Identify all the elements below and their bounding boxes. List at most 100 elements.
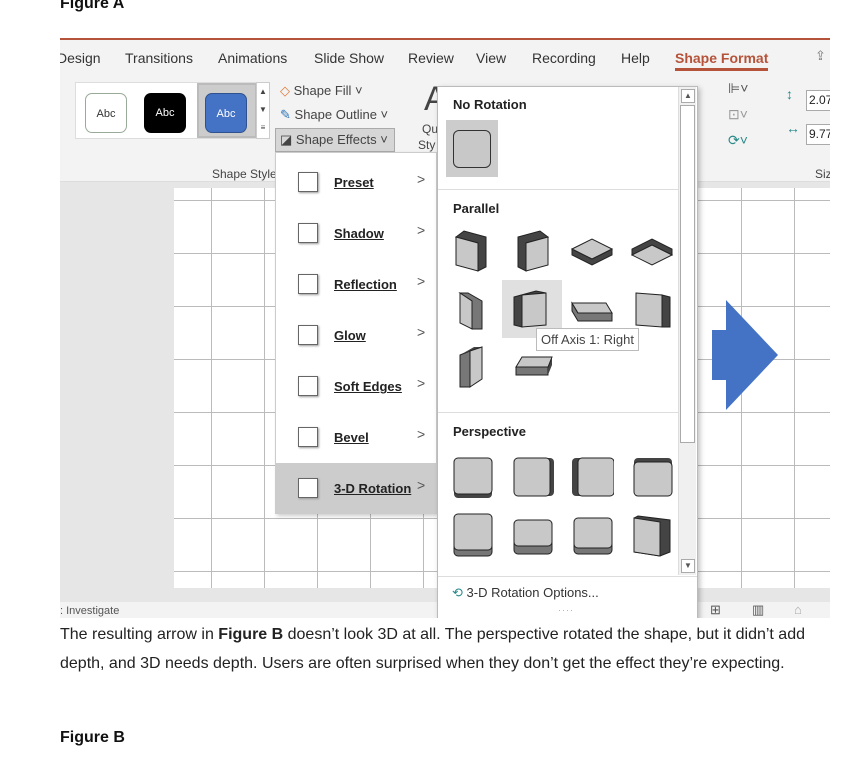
shape-styles-gallery: Abc Abc Abc xyxy=(75,82,257,139)
iso-right-down-icon xyxy=(517,230,550,272)
shape-styles-group-label: Shape Styles xyxy=(212,167,283,181)
chevron-right-icon: > xyxy=(417,222,426,238)
iso-bottom-down-icon xyxy=(630,238,674,266)
tab-design[interactable]: Design xyxy=(60,50,101,66)
iso-left-down-tile[interactable] xyxy=(442,222,502,280)
shape-effects-icon: ◪ xyxy=(280,132,293,147)
figure-b-heading: Figure B xyxy=(60,729,125,746)
tab-review[interactable]: Review xyxy=(408,50,454,66)
effect-preview-icon xyxy=(298,325,318,345)
chevron-right-icon: > xyxy=(417,426,426,442)
tab-transitions[interactable]: Transitions xyxy=(125,50,193,66)
pen-icon: ✎ xyxy=(280,107,291,122)
perspective-left-tile[interactable] xyxy=(502,447,562,505)
effects-menu-item[interactable]: Bevel > xyxy=(276,412,436,463)
paint-bucket-icon: ◇ xyxy=(280,83,290,98)
tab-shape-format[interactable]: Shape Format xyxy=(675,50,769,71)
chevron-right-icon: > xyxy=(417,273,426,289)
scroll-down-button[interactable]: ▼ xyxy=(681,559,695,573)
perspective-relaxed-moderately-icon xyxy=(573,517,613,555)
perspective-below-tile[interactable] xyxy=(622,447,682,505)
perspective-front-tile[interactable] xyxy=(442,447,502,505)
slideshow-icon[interactable]: ⌂ xyxy=(794,602,802,617)
tab-view[interactable]: View xyxy=(476,50,506,66)
3d-rotation-gallery: No Rotation Parallel Perspective Off Axi… xyxy=(437,86,698,618)
tab-animations[interactable]: Animations xyxy=(218,50,287,66)
chevron-right-icon: > xyxy=(417,324,426,340)
effect-preview-icon xyxy=(298,427,318,447)
perspective-relaxed-icon xyxy=(513,519,553,555)
shape-effects-button[interactable]: ◪ Shape Effects ˅ xyxy=(275,128,395,152)
tooltip: Off Axis 1: Right xyxy=(536,328,639,351)
size-group-label: Siz xyxy=(815,167,830,181)
quick-styles-label: Qu xyxy=(422,122,439,136)
quick-styles-label-2: Sty xyxy=(418,138,436,152)
gallery-scrollbar[interactable]: ▲ ▼ xyxy=(678,87,696,575)
width-icon: ↔ xyxy=(786,120,800,136)
perspective-above-tile[interactable] xyxy=(442,505,502,563)
iso-right-down-tile[interactable] xyxy=(502,222,562,280)
perspective-above-icon xyxy=(453,513,493,557)
3d-rotation-options[interactable]: ⟲ 3-D Rotation Options... xyxy=(452,585,599,601)
normal-view-icon[interactable]: ⊞ xyxy=(710,602,721,618)
off-axis-2-right-tile[interactable] xyxy=(442,338,502,396)
off-axis-2-left-icon xyxy=(635,292,671,328)
status-text: : Investigate xyxy=(60,605,120,617)
effects-menu-item[interactable]: 3-D Rotation > xyxy=(276,463,436,514)
off-axis-1-top-icon xyxy=(571,301,613,322)
iso-top-up-tile[interactable] xyxy=(562,222,622,280)
off-axis-1-left-tile[interactable] xyxy=(442,280,502,338)
parallel-heading: Parallel xyxy=(453,201,500,216)
perspective-heroic-tile[interactable] xyxy=(622,505,682,563)
perspective-right-icon xyxy=(572,457,614,497)
effect-preview-icon xyxy=(298,274,318,294)
style-swatch-black[interactable]: Abc xyxy=(144,93,186,133)
rotate-icon[interactable]: ⟳˅ xyxy=(728,132,748,149)
height-icon: ↕ xyxy=(786,86,793,102)
tab-slide-show[interactable]: Slide Show xyxy=(314,50,384,66)
perspective-right-tile[interactable] xyxy=(562,447,622,505)
effects-menu-item[interactable]: Preset > xyxy=(276,157,436,208)
effects-menu-item[interactable]: Soft Edges > xyxy=(276,361,436,412)
effects-menu-item[interactable]: Reflection > xyxy=(276,259,436,310)
style-swatch-outline[interactable]: Abc xyxy=(85,93,127,133)
shape-effects-menu: Preset > Shadow > Reflection > Glow > Soft Edges… xyxy=(275,152,437,514)
align-icon[interactable]: ⊫˅ xyxy=(728,80,748,97)
rotation-options-icon: ⟲ xyxy=(452,585,463,600)
effect-preview-icon xyxy=(298,478,318,498)
reading-view-icon[interactable]: ▥ xyxy=(752,602,764,618)
tab-help[interactable]: Help xyxy=(621,50,650,66)
blue-arrow-shape[interactable] xyxy=(712,300,782,410)
perspective-front-icon xyxy=(453,457,493,498)
effect-preview-icon xyxy=(298,223,318,243)
group-icon[interactable]: ⊡˅ xyxy=(728,106,748,123)
resize-handle[interactable]: ···· xyxy=(558,605,574,615)
height-input[interactable]: 2.07 xyxy=(806,90,830,111)
shape-outline-button[interactable]: ✎ Shape Outline ˅ xyxy=(280,107,388,123)
width-input[interactable]: 9.77 xyxy=(806,124,830,145)
effects-menu-item[interactable]: Glow > xyxy=(276,310,436,361)
perspective-below-icon xyxy=(633,458,673,497)
shape-fill-button[interactable]: ◇ Shape Fill ˅ xyxy=(280,83,363,99)
off-axis-2-right-icon xyxy=(459,346,483,388)
tab-recording[interactable]: Recording xyxy=(532,50,596,66)
perspective-relaxed-tile[interactable] xyxy=(502,505,562,563)
no-rotation-tile[interactable] xyxy=(446,120,498,177)
scroll-thumb[interactable] xyxy=(680,105,695,443)
effect-preview-icon xyxy=(298,172,318,192)
chevron-right-icon: > xyxy=(417,477,426,493)
perspective-heroic-icon xyxy=(633,515,671,557)
article-paragraph: The resulting arrow in Figure B doesn’t … xyxy=(60,626,805,672)
off-axis-1-right-icon xyxy=(513,290,547,328)
share-icon[interactable]: ⇪ xyxy=(815,48,826,64)
scroll-up-button[interactable]: ▲ xyxy=(681,89,695,103)
iso-bottom-down-tile[interactable] xyxy=(622,222,682,280)
chevron-right-icon: > xyxy=(417,171,426,187)
perspective-relaxed-moderately-tile[interactable] xyxy=(562,505,622,563)
perspective-heading: Perspective xyxy=(453,424,526,439)
gallery-scroll[interactable]: ▲ ▼ ≡ xyxy=(256,82,270,139)
off-axis-1-left-icon xyxy=(458,292,483,330)
style-swatch-blue-selected[interactable]: Abc xyxy=(205,93,247,133)
effects-menu-item[interactable]: Shadow > xyxy=(276,208,436,259)
chevron-right-icon: > xyxy=(417,375,426,391)
